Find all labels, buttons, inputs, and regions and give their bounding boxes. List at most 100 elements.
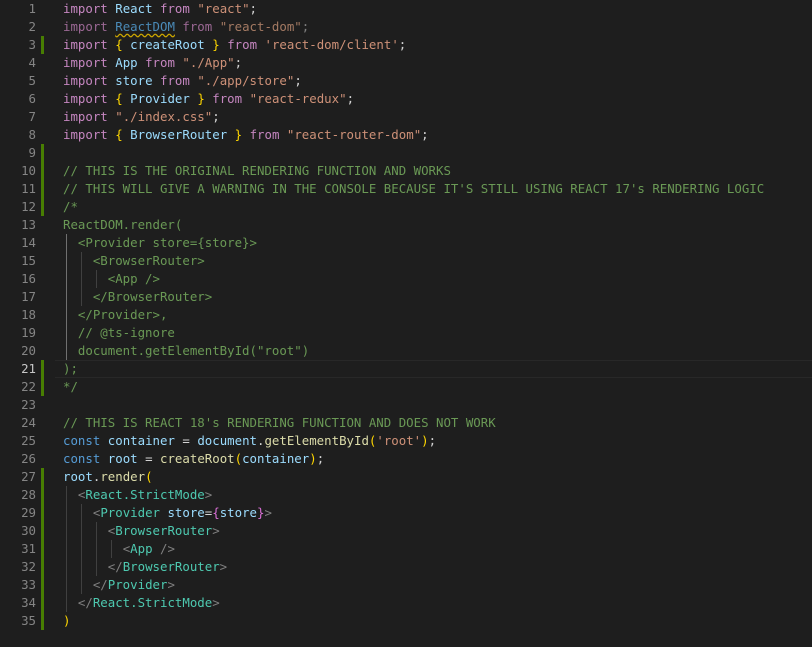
code-text: const container = document.getElementByI… <box>63 432 436 450</box>
line-number: 29 <box>21 505 36 520</box>
git-modified-marker[interactable] <box>41 198 44 216</box>
git-modified-marker[interactable] <box>41 612 44 630</box>
git-modified-marker[interactable] <box>41 576 44 594</box>
git-modified-marker[interactable] <box>41 162 44 180</box>
code-token: ; <box>249 1 258 16</box>
code-line[interactable]: 22 */ <box>0 378 812 396</box>
git-modified-marker[interactable] <box>41 378 44 396</box>
code-line[interactable]: 17 </BrowserRouter> <box>0 288 812 306</box>
code-line[interactable]: 12 /* <box>0 198 812 216</box>
code-line[interactable]: 20 document.getElementById("root") <box>0 342 812 360</box>
code-line[interactable]: 31 <App /> <box>0 540 812 558</box>
git-modified-marker[interactable] <box>41 504 44 522</box>
code-line[interactable]: 25 const container = document.getElementB… <box>0 432 812 450</box>
git-modified-marker[interactable] <box>41 360 44 378</box>
line-number: 16 <box>21 271 36 286</box>
indent-guide <box>110 540 112 558</box>
code-line[interactable]: 23 <box>0 396 812 414</box>
code-line[interactable]: 9 <box>0 144 812 162</box>
code-token: { <box>115 37 123 52</box>
code-line[interactable]: 15 <BrowserRouter> <box>0 252 812 270</box>
code-line[interactable]: 10 // THIS IS THE ORIGINAL RENDERING FUNC… <box>0 162 812 180</box>
line-number: 33 <box>21 577 36 592</box>
code-line[interactable]: 21); <box>0 360 812 378</box>
code-token: ; <box>428 433 437 448</box>
code-text: // THIS IS THE ORIGINAL RENDERING FUNCTI… <box>63 162 451 180</box>
git-modified-marker[interactable] <box>41 522 44 540</box>
code-line[interactable]: 2 import ReactDOM from "react-dom"; <box>0 18 812 36</box>
code-line[interactable]: 7 import "./index.css"; <box>0 108 812 126</box>
code-line[interactable]: 13 ReactDOM.render( <box>0 216 812 234</box>
code-token: ); <box>63 361 78 376</box>
indent-guide <box>80 504 82 594</box>
code-text: import store from "./app/store"; <box>63 72 302 90</box>
indent-guide <box>95 522 97 576</box>
code-token: from <box>212 91 243 106</box>
code-token: from <box>182 19 213 34</box>
indent-guide <box>66 234 67 360</box>
code-token: React.StrictMode <box>85 487 205 502</box>
code-line[interactable]: 16 <App /> <box>0 270 812 288</box>
code-line[interactable]: 29 <Provider store={store}> <box>0 504 812 522</box>
code-token: store <box>167 505 205 520</box>
code-token: > <box>167 577 175 592</box>
git-modified-marker[interactable] <box>41 180 44 198</box>
code-token: ; <box>234 55 243 70</box>
code-line[interactable]: 19 // @ts-ignore <box>0 324 812 342</box>
code-token: > <box>212 523 220 538</box>
code-line[interactable]: 1 import React from "react"; <box>0 0 812 18</box>
code-token: root <box>63 469 93 484</box>
line-number: 20 <box>21 343 36 358</box>
line-number: 13 <box>21 217 36 232</box>
code-token: import <box>63 127 108 142</box>
code-token: import <box>63 1 108 16</box>
code-token: /* <box>63 199 78 214</box>
code-line[interactable]: 8 import { BrowserRouter } from "react-ro… <box>0 126 812 144</box>
git-modified-marker[interactable] <box>41 594 44 612</box>
code-line[interactable]: 30 <BrowserRouter> <box>0 522 812 540</box>
line-number: 3 <box>28 37 36 52</box>
code-line[interactable]: 32 </BrowserRouter> <box>0 558 812 576</box>
git-modified-marker[interactable] <box>41 540 44 558</box>
code-text: import App from "./App"; <box>63 54 242 72</box>
code-text: import React from "react"; <box>63 0 257 18</box>
code-text: /* <box>63 198 78 216</box>
code-line[interactable]: 5 import store from "./app/store"; <box>0 72 812 90</box>
code-token: React <box>115 1 153 16</box>
code-token: container <box>242 451 310 466</box>
code-text: <App /> <box>63 540 175 558</box>
code-token: </Provider>, <box>63 307 168 322</box>
code-line[interactable]: 35) <box>0 612 812 630</box>
code-line[interactable]: 11 // THIS WILL GIVE A WARNING IN THE CON… <box>0 180 812 198</box>
line-number: 6 <box>28 91 36 106</box>
code-line[interactable]: 4 import App from "./App"; <box>0 54 812 72</box>
git-modified-marker[interactable] <box>41 486 44 504</box>
code-line[interactable]: 27 root.render( <box>0 468 812 486</box>
code-line[interactable]: 6 import { Provider } from "react-redux"; <box>0 90 812 108</box>
code-line[interactable]: 34 </React.StrictMode> <box>0 594 812 612</box>
code-token: ) <box>421 433 429 448</box>
git-modified-marker[interactable] <box>41 144 44 162</box>
git-modified-marker[interactable] <box>41 36 44 54</box>
code-token: 'react-dom/client' <box>264 37 399 52</box>
code-text: const root = createRoot(container); <box>63 450 324 468</box>
code-line[interactable]: 14 <Provider store={store}> <box>0 234 812 252</box>
line-number: 26 <box>21 451 36 466</box>
code-token: document <box>197 433 257 448</box>
git-modified-marker[interactable] <box>41 558 44 576</box>
code-token: document.getElementById("root") <box>63 343 310 358</box>
code-line[interactable]: 18 </Provider>, <box>0 306 812 324</box>
code-editor[interactable]: 1 import React from "react"; 2 import React… <box>0 0 812 647</box>
code-line[interactable]: 28 <React.StrictMode> <box>0 486 812 504</box>
code-token: render <box>100 469 146 484</box>
code-line[interactable]: 26 const root = createRoot(container); <box>0 450 812 468</box>
code-line[interactable]: 33 </Provider> <box>0 576 812 594</box>
code-line[interactable]: 3 import { createRoot } from 'react-dom/c… <box>0 36 812 54</box>
git-modified-marker[interactable] <box>41 468 44 486</box>
code-line[interactable]: 24 // THIS IS REACT 18's RENDERING FUNCTI… <box>0 414 812 432</box>
